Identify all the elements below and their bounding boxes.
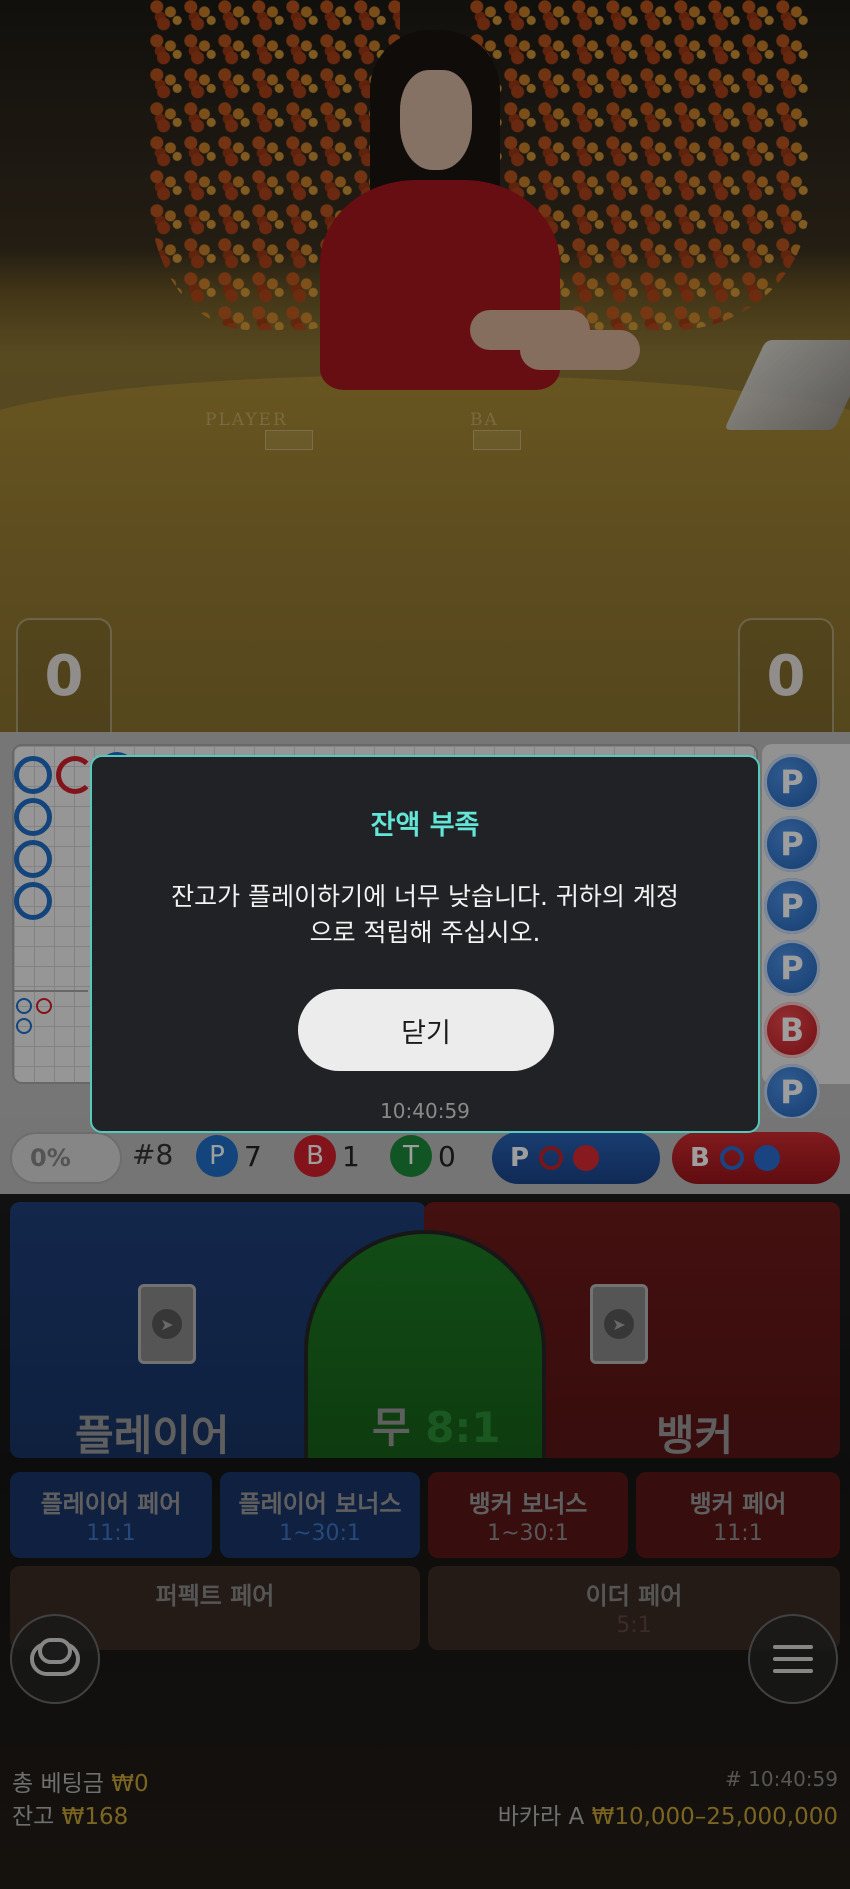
- dialog-title: 잔액 부족: [370, 810, 480, 841]
- dialog-message-line: 으로 적립해 주십시오.: [309, 918, 541, 947]
- dialog-message: 잔고가 플레이하기에 너무 낮습니다. 귀하의 계정 으로 적립해 주십시오.: [132, 879, 718, 951]
- dialog-message-line: 잔고가 플레이하기에 너무 낮습니다. 귀하의 계정: [171, 882, 679, 911]
- dialog-time: 10:40:59: [380, 1099, 470, 1123]
- insufficient-balance-dialog: 잔액 부족 잔고가 플레이하기에 너무 낮습니다. 귀하의 계정 으로 적립해 …: [90, 755, 760, 1133]
- close-button[interactable]: 닫기: [298, 989, 554, 1071]
